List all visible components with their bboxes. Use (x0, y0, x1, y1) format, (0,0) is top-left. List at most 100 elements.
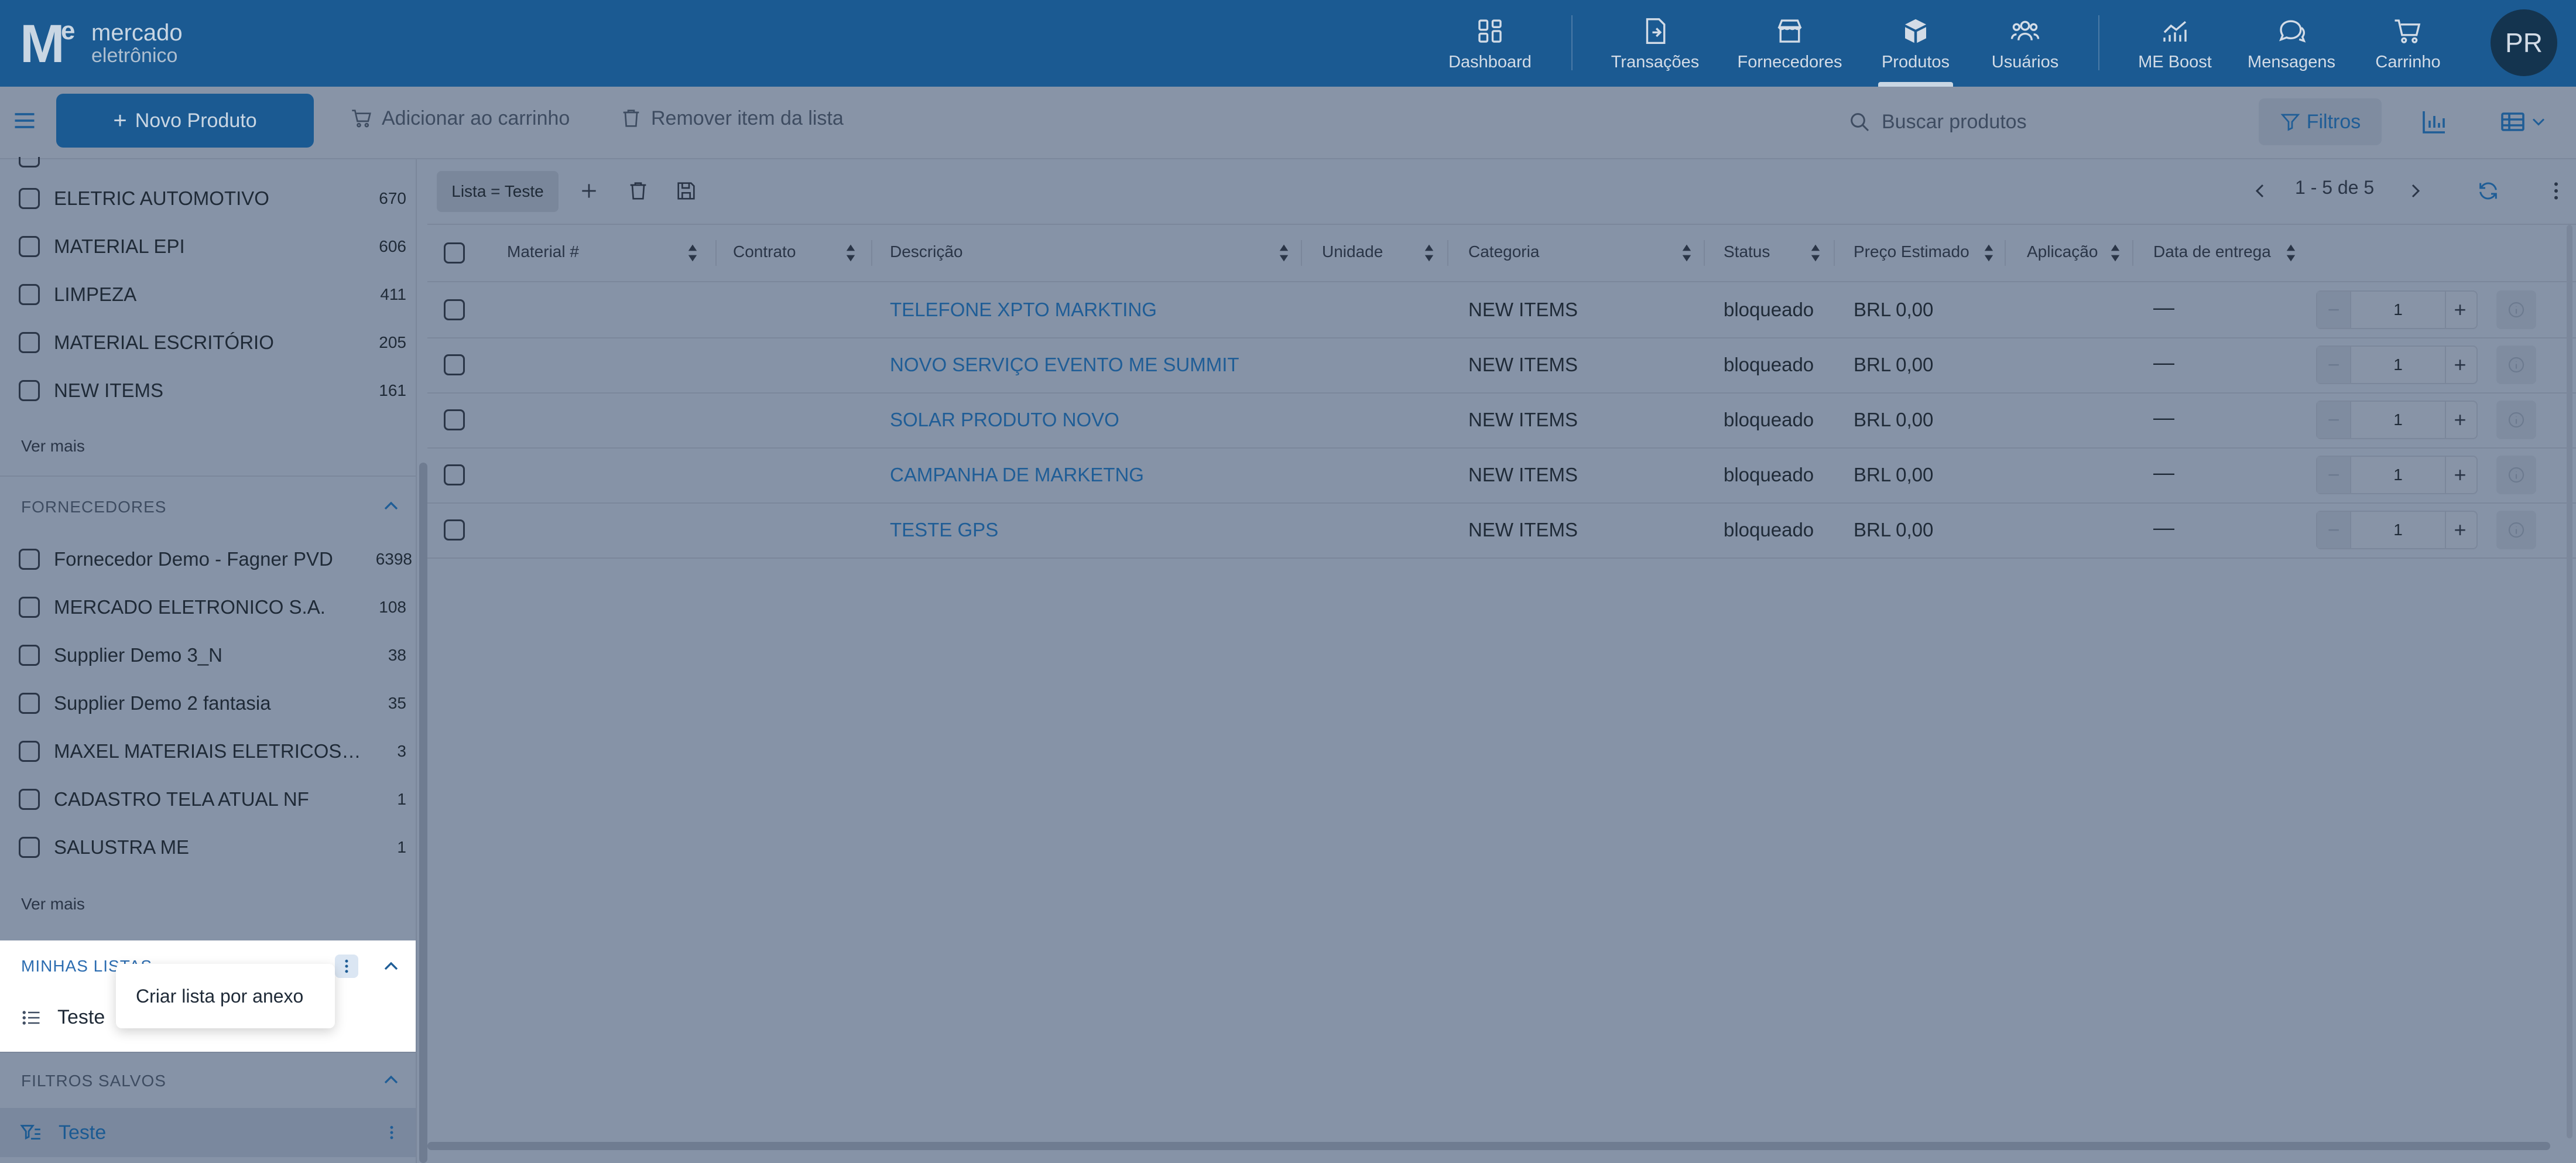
add-icon[interactable] (577, 179, 601, 203)
quantity-input[interactable]: 1 (2350, 347, 2446, 383)
product-description-link[interactable]: NOVO SERVIÇO EVENTO ME SUMMIT (890, 354, 1239, 376)
chevron-up-icon[interactable] (379, 1068, 403, 1092)
row-checkbox[interactable] (444, 354, 465, 375)
checkbox[interactable] (19, 837, 40, 858)
product-info-button[interactable] (2496, 456, 2536, 494)
remove-item-button[interactable]: Remover item da lista (619, 107, 844, 130)
sort-icon[interactable] (2109, 242, 2122, 264)
mercado-eletronico-logo[interactable]: M e mercado eletrônico (20, 17, 183, 71)
chevron-up-icon[interactable] (379, 494, 403, 518)
sort-icon[interactable] (686, 242, 699, 264)
product-description-link[interactable]: SOLAR PRODUTO NOVO (890, 409, 1119, 431)
product-info-button[interactable] (2496, 346, 2536, 384)
chevron-right-icon[interactable] (2404, 179, 2427, 203)
nav-fornecedores[interactable]: Fornecedores (1734, 0, 1845, 87)
row-checkbox[interactable] (444, 464, 465, 485)
checkbox[interactable] (19, 693, 40, 714)
table-row[interactable]: TESTE GPS NEW ITEMS bloqueado BRL 0,00 —… (427, 502, 2576, 559)
product-description-link[interactable]: TELEFONE XPTO MARKTING (890, 299, 1157, 321)
nav-produtos[interactable]: Produtos (1875, 0, 1957, 87)
grid-view-icon[interactable] (2499, 108, 2527, 136)
supplier-filter-item[interactable]: SALUSTRA ME 1 (0, 823, 416, 871)
sort-icon[interactable] (1982, 242, 1995, 264)
search-input[interactable]: Buscar produtos (1832, 97, 2242, 146)
new-product-button[interactable]: + Novo Produto (56, 94, 314, 148)
column-header-status[interactable]: Status (1724, 242, 1770, 261)
decrement-button[interactable]: − (2317, 292, 2350, 328)
checkbox[interactable] (19, 645, 40, 666)
increment-button[interactable]: + (2444, 347, 2476, 383)
chevron-down-icon[interactable] (2528, 108, 2549, 136)
product-description-link[interactable]: TESTE GPS (890, 519, 998, 541)
decrement-button[interactable]: − (2317, 512, 2350, 548)
filters-button[interactable]: Filtros (2259, 98, 2382, 145)
chevron-up-icon[interactable] (379, 955, 403, 978)
my-lists-menu-button[interactable] (335, 955, 358, 978)
category-filter-item[interactable]: LIMPEZA 411 (0, 271, 416, 319)
bar-chart-icon[interactable] (2420, 108, 2448, 136)
add-to-cart-button[interactable]: Adicionar ao carrinho (350, 107, 570, 130)
column-header-contrato[interactable]: Contrato (733, 242, 796, 261)
product-info-button[interactable] (2496, 511, 2536, 549)
nav-me-boost[interactable]: ME Boost (2131, 0, 2219, 87)
checkbox[interactable] (19, 597, 40, 618)
column-header-data-entrega[interactable]: Data de entrega (2153, 242, 2271, 261)
supplier-filter-item[interactable]: CADASTRO TELA ATUAL NF 1 (0, 775, 416, 823)
checkbox[interactable] (19, 380, 40, 401)
see-more-categories-link[interactable]: Ver mais (21, 437, 85, 456)
product-description-link[interactable]: CAMPANHA DE MARKETNG (890, 464, 1144, 486)
category-filter-item[interactable]: NEW ITEMS 161 (0, 367, 416, 415)
table-row[interactable]: CAMPANHA DE MARKETNG NEW ITEMS bloqueado… (427, 447, 2576, 504)
nav-usuarios[interactable]: Usuários (1981, 0, 2069, 87)
increment-button[interactable]: + (2444, 292, 2476, 328)
table-row[interactable]: NOVO SERVIÇO EVENTO ME SUMMIT NEW ITEMS … (427, 337, 2576, 394)
hamburger-menu-icon[interactable] (12, 108, 37, 134)
column-header-material[interactable]: Material # (507, 242, 579, 261)
checkbox[interactable] (19, 549, 40, 570)
category-filter-item[interactable]: MATERIAL EPI 606 (0, 223, 416, 271)
product-info-button[interactable] (2496, 401, 2536, 439)
horizontal-scrollbar[interactable] (427, 1142, 2550, 1150)
user-avatar[interactable]: PR (2491, 9, 2557, 76)
row-checkbox[interactable] (444, 519, 465, 541)
decrement-button[interactable]: − (2317, 402, 2350, 438)
row-checkbox[interactable] (444, 299, 465, 320)
quantity-input[interactable]: 1 (2350, 402, 2446, 438)
saved-filter-item[interactable]: Teste (0, 1108, 416, 1157)
active-list-chip[interactable]: Lista = Teste (437, 171, 559, 212)
product-info-button[interactable] (2496, 290, 2536, 329)
supplier-filter-item[interactable]: MERCADO ELETRONICO S.A. 108 (0, 583, 416, 631)
quantity-input[interactable]: 1 (2350, 292, 2446, 328)
nav-dashboard[interactable]: Dashboard (1446, 0, 1534, 87)
quantity-input[interactable]: 1 (2350, 457, 2446, 493)
decrement-button[interactable]: − (2317, 347, 2350, 383)
checkbox[interactable] (19, 789, 40, 810)
increment-button[interactable]: + (2444, 512, 2476, 548)
category-filter-item[interactable]: MATERIAL ESCRITÓRIO 205 (0, 319, 416, 367)
increment-button[interactable]: + (2444, 402, 2476, 438)
nav-mensagens[interactable]: Mensagens (2245, 0, 2338, 87)
checkbox[interactable] (19, 236, 40, 257)
checkbox[interactable] (19, 188, 40, 209)
see-more-suppliers-link[interactable]: Ver mais (21, 895, 85, 914)
column-header-aplicacao[interactable]: Aplicação (2027, 242, 2098, 261)
column-header-unidade[interactable]: Unidade (1322, 242, 1383, 261)
checkbox[interactable] (19, 157, 40, 167)
checkbox[interactable] (19, 332, 40, 353)
supplier-filter-item[interactable]: Supplier Demo 2 fantasia 35 (0, 679, 416, 727)
row-checkbox[interactable] (444, 409, 465, 430)
table-row[interactable]: TELEFONE XPTO MARKTING NEW ITEMS bloquea… (427, 282, 2576, 338)
sort-icon[interactable] (1809, 242, 1822, 264)
select-all-checkbox[interactable] (444, 242, 465, 264)
supplier-filter-item[interactable]: Fornecedor Demo - Fagner PVD 6398 (0, 535, 416, 583)
checkbox[interactable] (19, 741, 40, 762)
vertical-scrollbar[interactable] (2567, 225, 2572, 1138)
supplier-filter-item[interactable]: Supplier Demo 3_N 38 (0, 631, 416, 679)
checkbox[interactable] (19, 284, 40, 305)
chevron-left-icon[interactable] (2248, 179, 2272, 203)
decrement-button[interactable]: − (2317, 457, 2350, 493)
nav-carrinho[interactable]: Carrinho (2365, 0, 2451, 87)
column-header-descricao[interactable]: Descrição (890, 242, 962, 261)
save-icon[interactable] (674, 179, 698, 203)
kebab-icon[interactable] (2544, 179, 2568, 203)
